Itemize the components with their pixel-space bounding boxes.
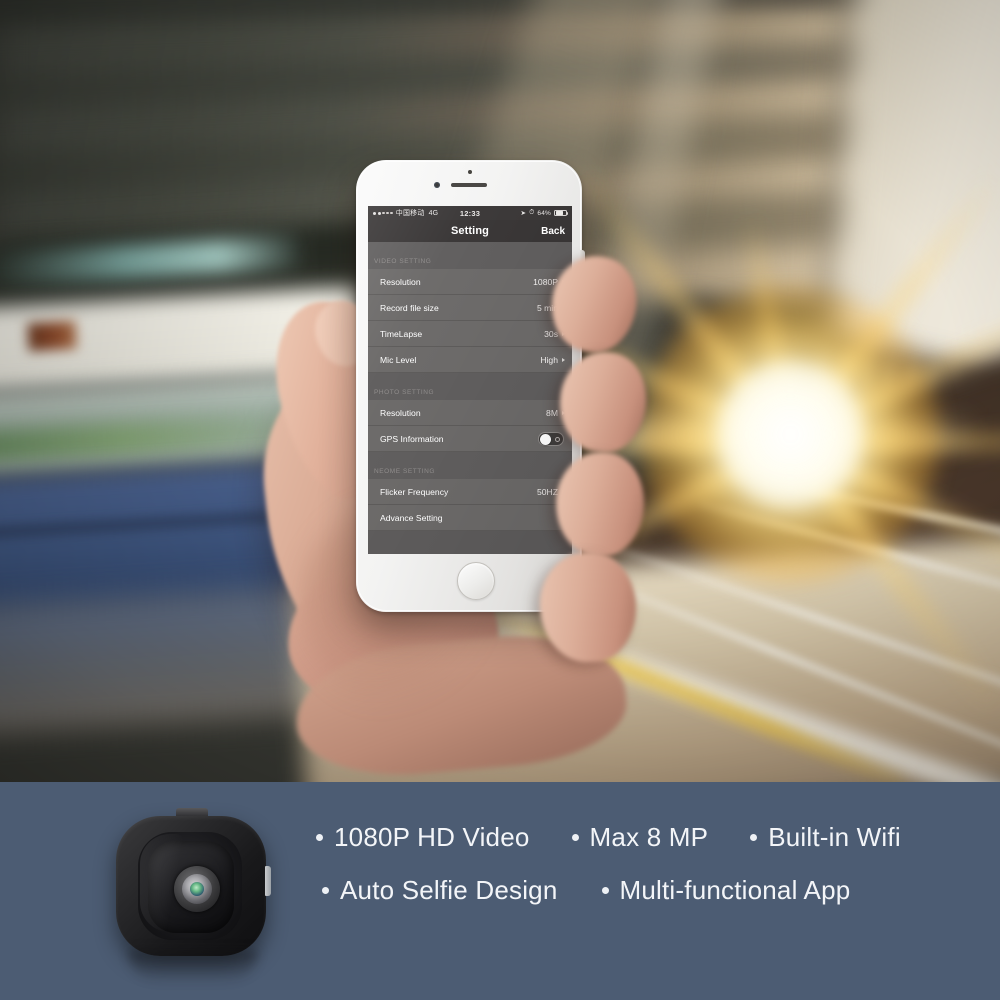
feature-item: 1080P HD Video [316,822,530,853]
battery-percent-label: 64% [537,209,551,217]
bullet-icon [322,887,329,894]
feature-bar: 1080P HD Video Max 8 MP Built-in Wifi Au… [0,782,1000,1000]
alarm-clock-icon: ⏱ [529,209,535,216]
feature-item: Auto Selfie Design [322,875,558,906]
little-finger [538,550,638,664]
index-finger [542,248,646,360]
battery-icon [554,209,569,217]
feature-label: Multi-functional App [619,875,851,905]
feature-item: Max 8 MP [571,822,709,853]
feature-label: Built-in Wifi [768,822,901,852]
feature-item: Built-in Wifi [750,822,901,853]
bullet-icon [601,887,609,894]
camera-side-button [265,866,271,896]
feature-label: Auto Selfie Design [340,875,558,905]
ring-finger [552,449,648,559]
middle-finger [553,346,653,458]
mini-camera-icon [108,804,284,984]
hand-front-fingers [0,0,1000,782]
feature-row-2: Auto Selfie Design Multi-functional App [316,875,976,906]
product-banner: 中国移动 4G 12:33 ➤ ⏱ 64% Setting Back VIDEO… [0,0,1000,1000]
camera-reflection [128,950,258,984]
feature-item: Multi-functional App [601,875,851,906]
feature-label: 1080P HD Video [334,822,530,852]
feature-label: Max 8 MP [589,822,709,852]
camera-lens-core [190,882,204,896]
feature-row-1: 1080P HD Video Max 8 MP Built-in Wifi [316,822,976,853]
bullet-icon [316,834,323,841]
bullet-icon [750,834,758,841]
feature-list: 1080P HD Video Max 8 MP Built-in Wifi Au… [316,822,976,906]
bullet-icon [571,834,579,841]
location-arrow-icon: ➤ [520,210,527,217]
